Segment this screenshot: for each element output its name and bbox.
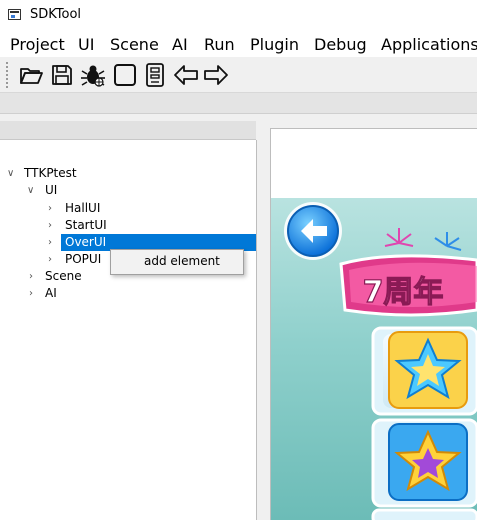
chevron-right-icon[interactable]: › <box>29 285 33 302</box>
level-tile[interactable] <box>371 326 477 416</box>
arrow-right-icon[interactable] <box>203 62 229 88</box>
context-menu: add element <box>110 249 244 275</box>
tree-item-label: OverUI <box>65 235 107 249</box>
dock-title-strip <box>0 93 477 114</box>
toolbar-grip[interactable] <box>6 62 8 88</box>
menu-ai[interactable]: AI <box>172 35 188 54</box>
game-screenshot: 7周年 <box>271 198 477 520</box>
tree-item-label: UI <box>45 183 58 197</box>
chevron-right-icon[interactable]: › <box>48 251 52 268</box>
title-bar: SDKTool <box>0 0 477 31</box>
tree-header <box>0 121 256 140</box>
menu-plugin[interactable]: Plugin <box>250 35 299 54</box>
tree-item-root[interactable]: ∨ TTKPtest <box>0 165 256 182</box>
app-icon <box>8 9 21 20</box>
window-title: SDKTool <box>30 7 82 22</box>
open-folder-icon[interactable] <box>18 62 44 88</box>
arrow-left-icon[interactable] <box>173 62 199 88</box>
tree-item-label: AI <box>45 286 57 300</box>
menu-project[interactable]: Project <box>10 35 65 54</box>
tree-item-ai[interactable]: › AI <box>0 285 256 302</box>
back-button[interactable] <box>284 202 342 260</box>
toolbar <box>0 58 477 93</box>
menu-debug[interactable]: Debug <box>314 35 367 54</box>
document-icon[interactable] <box>142 62 168 88</box>
chevron-right-icon[interactable]: › <box>48 234 52 251</box>
tree-item-label: Scene <box>45 269 82 283</box>
square-icon[interactable] <box>112 62 138 88</box>
menu-applications[interactable]: Applications <box>381 35 477 54</box>
firework-decoration <box>434 232 462 251</box>
chevron-right-icon[interactable]: › <box>29 268 33 285</box>
level-tile[interactable] <box>371 508 477 520</box>
menu-ui[interactable]: UI <box>78 35 94 54</box>
chevron-down-icon[interactable]: ∨ <box>27 182 34 199</box>
tree-item-label: HallUI <box>65 201 101 215</box>
chevron-down-icon[interactable]: ∨ <box>7 165 14 182</box>
tree-item-label: POPUI <box>65 252 102 266</box>
level-tile[interactable] <box>371 418 477 508</box>
menu-bar: Project UI Scene AI Run Plugin Debug App… <box>0 31 477 57</box>
bug-icon[interactable] <box>80 62 106 88</box>
tree-item-startui[interactable]: › StartUI <box>0 217 256 234</box>
anniversary-banner: 7周年 <box>339 254 477 317</box>
chevron-right-icon[interactable]: › <box>48 217 52 234</box>
menu-run[interactable]: Run <box>204 35 235 54</box>
tree-item-ui[interactable]: ∨ UI <box>0 182 256 199</box>
tree-item-label: StartUI <box>65 218 107 232</box>
menu-scene[interactable]: Scene <box>110 35 159 54</box>
banner-text: 7周年 <box>363 275 444 310</box>
save-icon[interactable] <box>49 62 75 88</box>
tree-item-label: TTKPtest <box>24 166 77 180</box>
firework-decoration <box>384 228 414 247</box>
chevron-right-icon[interactable]: › <box>48 200 52 217</box>
tree-item-hallui[interactable]: › HallUI <box>0 200 256 217</box>
menu-item-add-element[interactable]: add element <box>144 254 220 268</box>
